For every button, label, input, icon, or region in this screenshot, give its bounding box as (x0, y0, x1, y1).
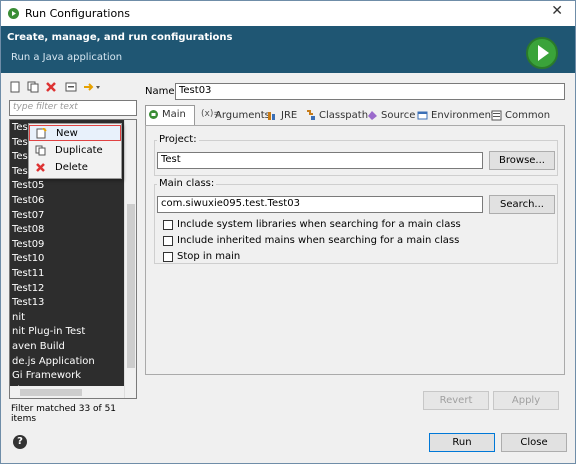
tab-label: Classpath (319, 110, 369, 121)
menu-item-delete[interactable]: Delete (29, 160, 121, 176)
run-button[interactable]: Run (429, 433, 495, 452)
tab-arguments[interactable]: (x)= Arguments (199, 107, 270, 125)
duplicate-configuration-icon[interactable] (27, 81, 39, 93)
name-label: Name: (145, 86, 178, 97)
arguments-icon: (x)= (201, 109, 221, 119)
environment-icon (417, 111, 428, 120)
menu-item-label: New (56, 128, 78, 139)
tree-item[interactable]: de.js Application (12, 356, 95, 367)
common-icon (491, 110, 502, 121)
main-class-group: Main class: com.siwuxie095.test.Test03 S… (154, 178, 558, 264)
tree-item[interactable]: Test12 (12, 283, 44, 294)
filter-input[interactable]: type filter text (9, 100, 137, 116)
project-input[interactable]: Test (157, 152, 483, 169)
tree-horizontal-scrollbar[interactable] (10, 386, 124, 398)
close-button[interactable]: Close (501, 433, 567, 452)
tab-label: Main (162, 109, 186, 120)
tab-label: Source (381, 110, 416, 121)
tab-source[interactable]: Source (365, 107, 416, 125)
checkbox-label: Stop in main (177, 251, 241, 262)
source-icon (368, 111, 377, 120)
help-icon[interactable]: ? (13, 435, 27, 449)
tree-item[interactable]: Test10 (12, 253, 44, 264)
window-title: Run Configurations (25, 7, 130, 20)
header-banner: Create, manage, and run configurations R… (1, 26, 575, 73)
tab-bar: Main (x)= Arguments JRE Classpath Source… (143, 103, 567, 126)
close-window-icon[interactable]: ✕ (551, 3, 563, 19)
menu-item-duplicate[interactable]: Duplicate (29, 143, 121, 159)
tree-item[interactable]: Test05 (12, 180, 44, 191)
tree-item[interactable]: Test09 (12, 239, 44, 250)
delete-configuration-icon[interactable] (45, 81, 57, 93)
checkbox-label: Include system libraries when searching … (177, 219, 461, 230)
tab-environment[interactable]: Environment (415, 107, 495, 125)
scrollbar-thumb[interactable] (127, 204, 135, 368)
banner-heading: Create, manage, and run configurations (7, 32, 233, 43)
tree-item[interactable]: aven Build (12, 341, 65, 352)
main-tab-icon (149, 110, 158, 119)
jre-icon (268, 112, 275, 120)
checkbox-label: Include inherited mains when searching f… (177, 235, 460, 246)
menu-item-new[interactable]: New (29, 125, 121, 141)
tree-item[interactable]: nit Plug-in Test (12, 326, 85, 337)
tree-item[interactable]: Test07 (12, 210, 44, 221)
browse-button[interactable]: Browse... (489, 151, 555, 170)
search-button[interactable]: Search... (489, 195, 555, 214)
checkbox-box[interactable] (163, 252, 173, 262)
menu-item-label: Duplicate (55, 145, 103, 156)
main-tab-content: Project: Test Browse... Main class: com.… (145, 125, 565, 375)
checkbox-box[interactable] (163, 220, 173, 230)
new-configuration-icon[interactable] (9, 81, 21, 93)
name-input[interactable]: Test03 (175, 83, 565, 100)
dialog-footer: ? Run Close (1, 421, 575, 461)
run-configurations-dialog: Run Configurations ✕ Create, manage, and… (0, 0, 576, 464)
main-class-input[interactable]: com.siwuxie095.test.Test03 (157, 196, 483, 213)
revert-button[interactable]: Revert (423, 391, 489, 410)
collapse-all-icon[interactable] (65, 81, 77, 93)
tab-label: Arguments (215, 110, 270, 121)
tree-item[interactable]: Test11 (12, 268, 44, 279)
tab-main[interactable]: Main (145, 105, 195, 126)
tree-item[interactable]: Test13 (12, 297, 44, 308)
project-group: Project: Test Browse... (154, 134, 558, 176)
title-bar: Run Configurations ✕ (1, 1, 575, 26)
duplicate-icon (35, 145, 46, 156)
tree-item[interactable]: nit (12, 312, 25, 323)
left-toolbar (7, 79, 137, 97)
menu-item-label: Delete (55, 162, 88, 173)
project-label: Project: (157, 134, 199, 145)
tree-item[interactable]: Test08 (12, 224, 44, 235)
banner-subtitle: Run a Java application (11, 52, 123, 63)
configuration-editor: Name: Test03 Main (x)= Arguments JRE Cla… (143, 79, 571, 419)
scrollbar-thumb[interactable] (20, 389, 82, 396)
main-class-label: Main class: (157, 178, 217, 189)
run-banner-icon (526, 37, 558, 69)
tree-item[interactable]: Test06 (12, 195, 44, 206)
tab-label: Common (505, 110, 551, 121)
filter-menu-icon[interactable] (83, 81, 100, 93)
tab-label: Environment (431, 110, 495, 121)
new-config-icon (36, 128, 47, 139)
tab-jre[interactable]: JRE (265, 107, 301, 125)
tab-label: JRE (281, 110, 298, 121)
apply-button[interactable]: Apply (493, 391, 559, 410)
eclipse-app-icon (8, 8, 19, 19)
checkbox-box[interactable] (163, 236, 173, 246)
tree-vertical-scrollbar[interactable] (124, 120, 136, 398)
context-menu: New Duplicate Delete (28, 123, 122, 179)
delete-icon (36, 163, 45, 172)
classpath-icon (307, 110, 315, 120)
tab-classpath[interactable]: Classpath (303, 107, 369, 125)
tab-common[interactable]: Common (489, 107, 551, 125)
tree-item[interactable]: Gi Framework (12, 370, 81, 381)
